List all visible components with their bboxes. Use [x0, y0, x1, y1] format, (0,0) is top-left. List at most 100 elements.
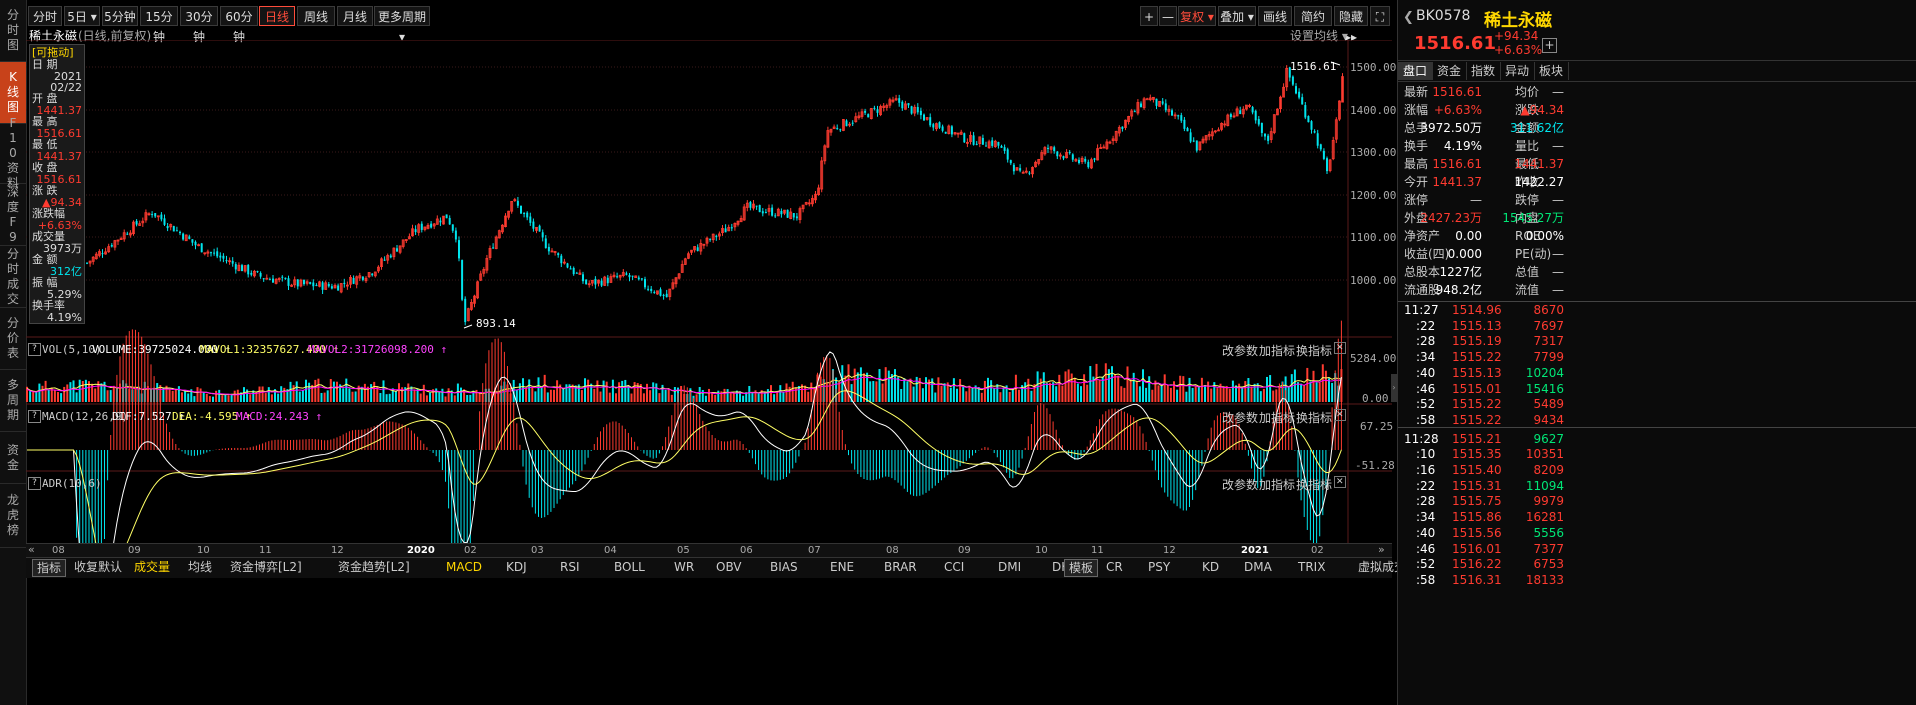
left-tab-4[interactable]: 分时成交	[0, 246, 26, 308]
indicator-tab-0[interactable]: 指标	[32, 559, 67, 577]
back-icon[interactable]: ❮	[1403, 10, 1414, 25]
indicator-tab-1[interactable]: 收复默认	[74, 559, 122, 575]
tick-volume: 18133	[1525, 572, 1564, 587]
candle-down	[839, 129, 842, 131]
left-tab-5[interactable]: 分价表	[0, 308, 26, 370]
candle-down	[454, 230, 457, 240]
left-tab-2[interactable]: F10资料	[0, 116, 26, 190]
left-tab-6[interactable]: 多周期	[0, 370, 26, 432]
period-9-button[interactable]: 更多周期 ▾	[374, 6, 430, 44]
quote-tab-3[interactable]: 异动	[1500, 62, 1535, 80]
vol-params-button[interactable]: 改参数	[1222, 342, 1258, 359]
help-icon[interactable]: ?	[28, 343, 41, 356]
simple-mode-button[interactable]: 简约	[1294, 6, 1332, 26]
left-tab-3[interactable]: 深度F9	[0, 184, 26, 246]
indicator-tab-21[interactable]: DMA	[1244, 559, 1272, 575]
overlay-button[interactable]: 叠加 ▾	[1218, 6, 1256, 26]
volume-bar	[295, 381, 298, 402]
adr-indicator-name[interactable]: ADR(10,6)	[42, 477, 102, 490]
tick-row: :46 1516.01 7377	[1404, 541, 1904, 557]
adr-close-icon[interactable]: ✕	[1334, 476, 1346, 488]
period-1-button[interactable]: 5日 ▾	[64, 6, 100, 26]
macd-switch-indicator-button[interactable]: 换指标	[1296, 409, 1332, 426]
period-5-button[interactable]: 60分钟	[220, 6, 258, 44]
macd-close-icon[interactable]: ✕	[1334, 409, 1346, 421]
indicator-tab-8[interactable]: RSI	[560, 559, 580, 575]
candle-down	[1012, 164, 1015, 172]
volume-bar	[258, 386, 261, 402]
period-4-button[interactable]: 30分钟	[180, 6, 218, 44]
draw-line-button[interactable]: 画线	[1258, 6, 1292, 26]
left-tab-1[interactable]: K线图	[0, 62, 26, 124]
candle-down	[991, 140, 994, 146]
macd-params-button[interactable]: 改参数	[1222, 409, 1258, 426]
vol-add-indicator-button[interactable]: 加指标	[1259, 342, 1295, 359]
volume-bar	[63, 386, 66, 402]
tick-price: 1515.31	[1452, 478, 1502, 493]
indicator-tab-5[interactable]: 资金趋势[L2]	[338, 559, 410, 575]
candle-down	[938, 122, 941, 128]
indicator-tab-22[interactable]: TRIX	[1298, 559, 1325, 575]
volume-bar	[1008, 391, 1011, 402]
volume-bar	[807, 391, 810, 402]
kline-chart-area[interactable]	[26, 40, 1392, 545]
period-8-button[interactable]: 月线	[337, 6, 373, 26]
month-label-9: 05	[677, 545, 690, 556]
indicator-tab-13[interactable]: ENE	[830, 559, 854, 575]
indicator-tab-16[interactable]: DMI	[998, 559, 1021, 575]
left-tab-8[interactable]: 龙虎榜	[0, 484, 26, 548]
left-tab-0[interactable]: 分时图	[0, 0, 26, 62]
hide-panel-button[interactable]: 隐藏 ▸▸	[1334, 6, 1368, 44]
indicator-tab-15[interactable]: CCI	[944, 559, 964, 575]
indicator-tab-6[interactable]: MACD	[446, 559, 482, 575]
volume-bar	[1179, 375, 1182, 402]
volume-bar	[549, 389, 552, 402]
time-axis[interactable]	[26, 543, 1392, 558]
indicator-tab-12[interactable]: BIAS	[770, 559, 798, 575]
scroll-left-icon[interactable]: «	[28, 543, 35, 556]
indicator-tab-4[interactable]: 资金博弈[L2]	[230, 559, 302, 575]
help-icon[interactable]: ?	[28, 410, 41, 423]
volume-bar	[478, 392, 481, 402]
period-0-button[interactable]: 分时	[28, 6, 62, 26]
volume-bar	[584, 378, 586, 402]
vol-axis-bottom: 0.00	[1362, 392, 1389, 405]
quote-tab-1[interactable]: 资金	[1432, 62, 1467, 80]
indicator-tab-3[interactable]: 均线	[188, 559, 212, 575]
macd-add-indicator-button[interactable]: 加指标	[1259, 409, 1295, 426]
vol-close-icon[interactable]: ✕	[1334, 342, 1346, 354]
month-label-1: 09	[128, 545, 141, 556]
indicator-tab-7[interactable]: KDJ	[506, 559, 527, 575]
indicator-tab-18[interactable]: CR	[1106, 559, 1123, 575]
help-icon[interactable]: ?	[28, 477, 41, 490]
indicator-tab-25[interactable]: 模板	[1064, 559, 1099, 577]
period-7-button[interactable]: 周线	[297, 6, 335, 26]
scroll-right-icon[interactable]: »	[1378, 543, 1385, 556]
zoom-out-button[interactable]: —	[1159, 6, 1177, 26]
zoom-in-button[interactable]: +	[1140, 6, 1158, 26]
indicator-tab-19[interactable]: PSY	[1148, 559, 1170, 575]
vol-switch-indicator-button[interactable]: 换指标	[1296, 342, 1332, 359]
quote-tab-4[interactable]: 板块	[1534, 62, 1569, 80]
adr-add-indicator-button[interactable]: 加指标	[1259, 476, 1295, 493]
adr-switch-indicator-button[interactable]: 换指标	[1296, 476, 1332, 493]
add-to-watchlist-icon[interactable]: +	[1542, 38, 1557, 53]
fullscreen-icon[interactable]: ⛶	[1370, 6, 1390, 26]
data-info-window[interactable]: [可拖动] 日 期 2021 02/22 开 盘 1441.37 最 高 151…	[29, 44, 85, 324]
candle-down	[200, 243, 203, 253]
indicator-tab-10[interactable]: WR	[674, 559, 694, 575]
left-tab-7[interactable]: 资金	[0, 432, 26, 484]
quote-tab-2[interactable]: 指数	[1466, 62, 1501, 80]
period-3-button[interactable]: 15分钟	[140, 6, 178, 44]
indicator-tab-9[interactable]: BOLL	[614, 559, 645, 575]
indicator-tab-20[interactable]: KD	[1202, 559, 1219, 575]
indicator-tab-14[interactable]: BRAR	[884, 559, 917, 575]
adjust-button[interactable]: 复权 ▾	[1178, 6, 1216, 26]
indicator-tab-2[interactable]: 成交量	[134, 559, 170, 575]
indicator-tab-11[interactable]: OBV	[716, 559, 742, 575]
tick-time: :28	[1416, 494, 1436, 509]
period-2-button[interactable]: 5分钟	[102, 6, 138, 26]
period-6-button[interactable]: 日线	[259, 6, 295, 26]
quote-tab-0[interactable]: 盘口	[1398, 62, 1433, 80]
adr-params-button[interactable]: 改参数	[1222, 476, 1258, 493]
